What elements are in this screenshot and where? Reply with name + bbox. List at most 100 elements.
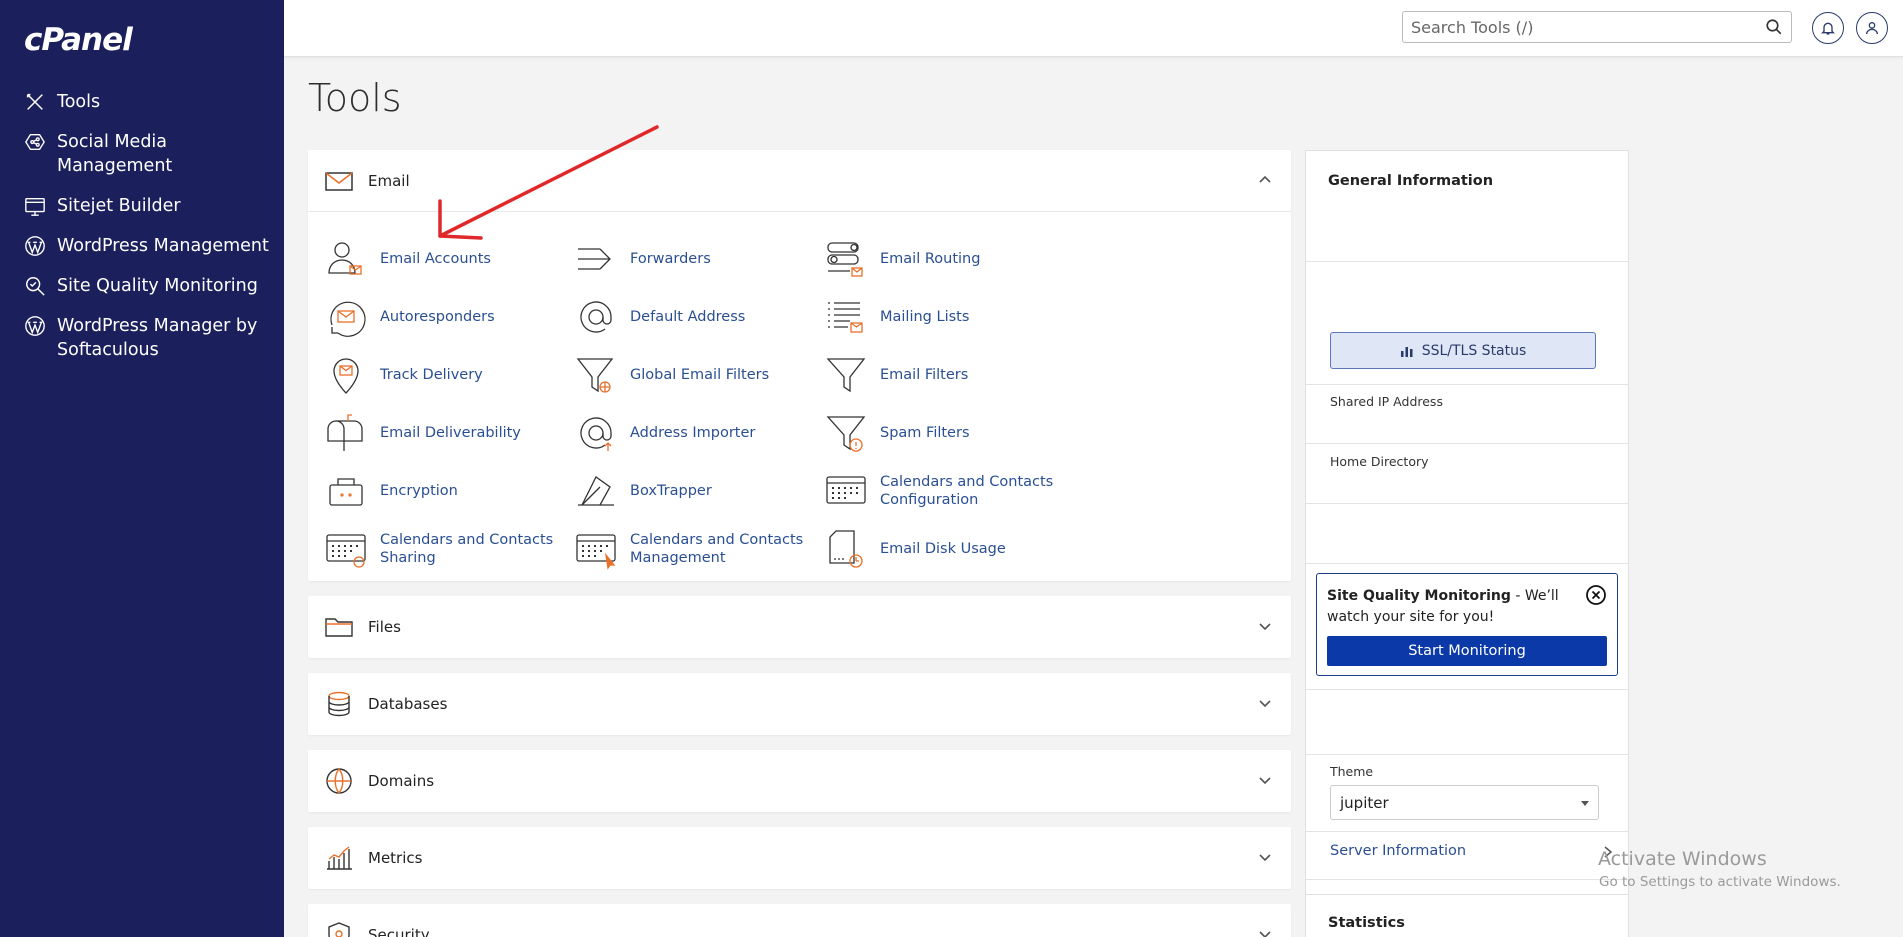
- folder-icon: [324, 612, 354, 642]
- theme-label: Theme: [1330, 764, 1374, 779]
- home-directory-label: Home Directory: [1330, 454, 1429, 469]
- user-icon: [1866, 22, 1878, 35]
- files-section: Files: [308, 596, 1291, 658]
- site-quality-icon: [22, 274, 48, 298]
- tool-label: Default Address: [630, 309, 746, 325]
- tool-label: BoxTrapper: [630, 483, 712, 499]
- calendar-management-icon: [574, 527, 618, 571]
- statistics-panel: Statistics: [1305, 894, 1629, 937]
- forwarders-icon: [574, 237, 618, 281]
- tool-label: Email Routing: [880, 251, 981, 267]
- tool-boxtrapper[interactable]: BoxTrapper: [574, 462, 824, 520]
- metrics-section-header[interactable]: Metrics: [308, 827, 1291, 889]
- sidebar-item-label: Site Quality Monitoring: [57, 276, 258, 296]
- close-icon[interactable]: [1585, 584, 1607, 606]
- sidebar-item-label: Social Media Management: [57, 132, 173, 176]
- statistics-title: Statistics: [1328, 915, 1405, 931]
- search-input[interactable]: [1403, 12, 1743, 42]
- sidebar-item-site-quality[interactable]: Site Quality Monitoring: [22, 274, 276, 298]
- wordpress-icon: [22, 314, 48, 338]
- notifications-button[interactable]: [1812, 12, 1844, 44]
- tool-calendars-contacts-management[interactable]: Calendars and Contacts Management: [574, 520, 824, 578]
- filter-icon: [824, 353, 868, 397]
- domains-section-header[interactable]: Domains: [308, 750, 1291, 812]
- sidebar-item-label: Sitejet Builder: [57, 196, 181, 216]
- page-title: Tools: [308, 76, 402, 120]
- files-section-header[interactable]: Files: [308, 596, 1291, 658]
- tool-label: Autoresponders: [380, 309, 495, 325]
- sqm-title: Site Quality Monitoring: [1327, 588, 1511, 604]
- tool-track-delivery[interactable]: Track Delivery: [324, 346, 574, 404]
- tool-label: Mailing Lists: [880, 309, 970, 325]
- tool-default-address[interactable]: Default Address: [574, 288, 824, 346]
- sidebar-item-social-media[interactable]: Social Media Management: [22, 130, 276, 178]
- divider: [1306, 689, 1628, 690]
- tool-autoresponders[interactable]: Autoresponders: [324, 288, 574, 346]
- user-menu-button[interactable]: [1856, 12, 1888, 44]
- tool-calendars-contacts-config[interactable]: Calendars and Contacts Configuration: [824, 462, 1074, 520]
- tool-email-filters[interactable]: Email Filters: [824, 346, 1074, 404]
- start-monitoring-button[interactable]: Start Monitoring: [1327, 636, 1607, 666]
- chevron-down-icon[interactable]: [1257, 926, 1273, 937]
- domains-section: Domains: [308, 750, 1291, 812]
- activate-windows-watermark: Activate Windows: [1598, 848, 1767, 870]
- tool-global-email-filters[interactable]: Global Email Filters: [574, 346, 824, 404]
- section-title: Email: [368, 171, 410, 190]
- tool-address-importer[interactable]: Address Importer: [574, 404, 824, 462]
- bell-icon: [1821, 22, 1835, 35]
- at-sign-icon: [574, 295, 618, 339]
- sidebar-item-wordpress-management[interactable]: WordPress Management: [22, 234, 276, 258]
- divider: [1306, 443, 1628, 444]
- spam-filter-icon: [824, 411, 868, 455]
- tool-label: Track Delivery: [380, 367, 483, 383]
- divider: [1306, 831, 1628, 832]
- sidebar-item-tools[interactable]: Tools: [22, 90, 276, 114]
- sqm-message: Site Quality Monitoring - We’ll watch yo…: [1327, 586, 1572, 628]
- tool-label: Email Accounts: [380, 251, 491, 267]
- email-tools-grid: Email Accounts Forwarders Email Routing …: [308, 212, 1291, 588]
- sidebar-item-label: Tools: [57, 92, 101, 112]
- mailbox-icon: [324, 411, 368, 455]
- sidebar-item-wordpress-softaculous[interactable]: WordPress Manager by Softaculous: [22, 314, 276, 362]
- theme-select[interactable]: jupiter: [1330, 785, 1599, 820]
- tool-mailing-lists[interactable]: Mailing Lists: [824, 288, 1074, 346]
- bar-chart-icon: [1400, 346, 1413, 357]
- section-title: Files: [368, 618, 401, 636]
- section-title: Domains: [368, 772, 435, 790]
- bar-chart-icon: [324, 843, 354, 873]
- tool-email-disk-usage[interactable]: Email Disk Usage: [824, 520, 1074, 578]
- tool-calendars-contacts-sharing[interactable]: Calendars and Contacts Sharing: [324, 520, 574, 578]
- tool-email-routing[interactable]: Email Routing: [824, 230, 1074, 288]
- tool-label: Calendars and Contacts Management: [630, 532, 804, 566]
- databases-section-header[interactable]: Databases: [308, 673, 1291, 735]
- chevron-up-icon[interactable]: [1257, 172, 1273, 188]
- search-icon[interactable]: [1765, 18, 1783, 36]
- top-header: [284, 0, 1903, 57]
- divider: [1306, 503, 1628, 504]
- shared-ip-label: Shared IP Address: [1330, 394, 1443, 409]
- chevron-down-icon[interactable]: [1257, 849, 1273, 865]
- tool-forwarders[interactable]: Forwarders: [574, 230, 824, 288]
- databases-section: Databases: [308, 673, 1291, 735]
- tool-label: Email Disk Usage: [880, 541, 1006, 557]
- tool-email-accounts[interactable]: Email Accounts: [324, 230, 574, 288]
- chevron-down-icon[interactable]: [1257, 695, 1273, 711]
- cpanel-logo[interactable]: cPanel: [24, 22, 133, 58]
- calendar-sharing-icon: [324, 527, 368, 571]
- tool-email-deliverability[interactable]: Email Deliverability: [324, 404, 574, 462]
- tool-label: Spam Filters: [880, 425, 970, 441]
- autoresponders-icon: [324, 295, 368, 339]
- section-title: Metrics: [368, 849, 423, 867]
- tool-encryption[interactable]: Encryption: [324, 462, 574, 520]
- server-information-link[interactable]: Server Information: [1330, 843, 1466, 859]
- disk-usage-icon: [824, 527, 868, 571]
- tool-spam-filters[interactable]: Spam Filters: [824, 404, 1074, 462]
- chevron-down-icon[interactable]: [1257, 618, 1273, 634]
- chevron-down-icon[interactable]: [1257, 772, 1273, 788]
- tool-label: Calendars and Contacts Sharing: [380, 532, 554, 566]
- sidebar-item-sitejet[interactable]: Sitejet Builder: [22, 194, 276, 218]
- security-section-header[interactable]: Security: [308, 904, 1291, 937]
- email-section-header[interactable]: Email: [308, 150, 1291, 212]
- ssl-tls-status-button[interactable]: SSL/TLS Status: [1330, 332, 1596, 369]
- address-importer-icon: [574, 411, 618, 455]
